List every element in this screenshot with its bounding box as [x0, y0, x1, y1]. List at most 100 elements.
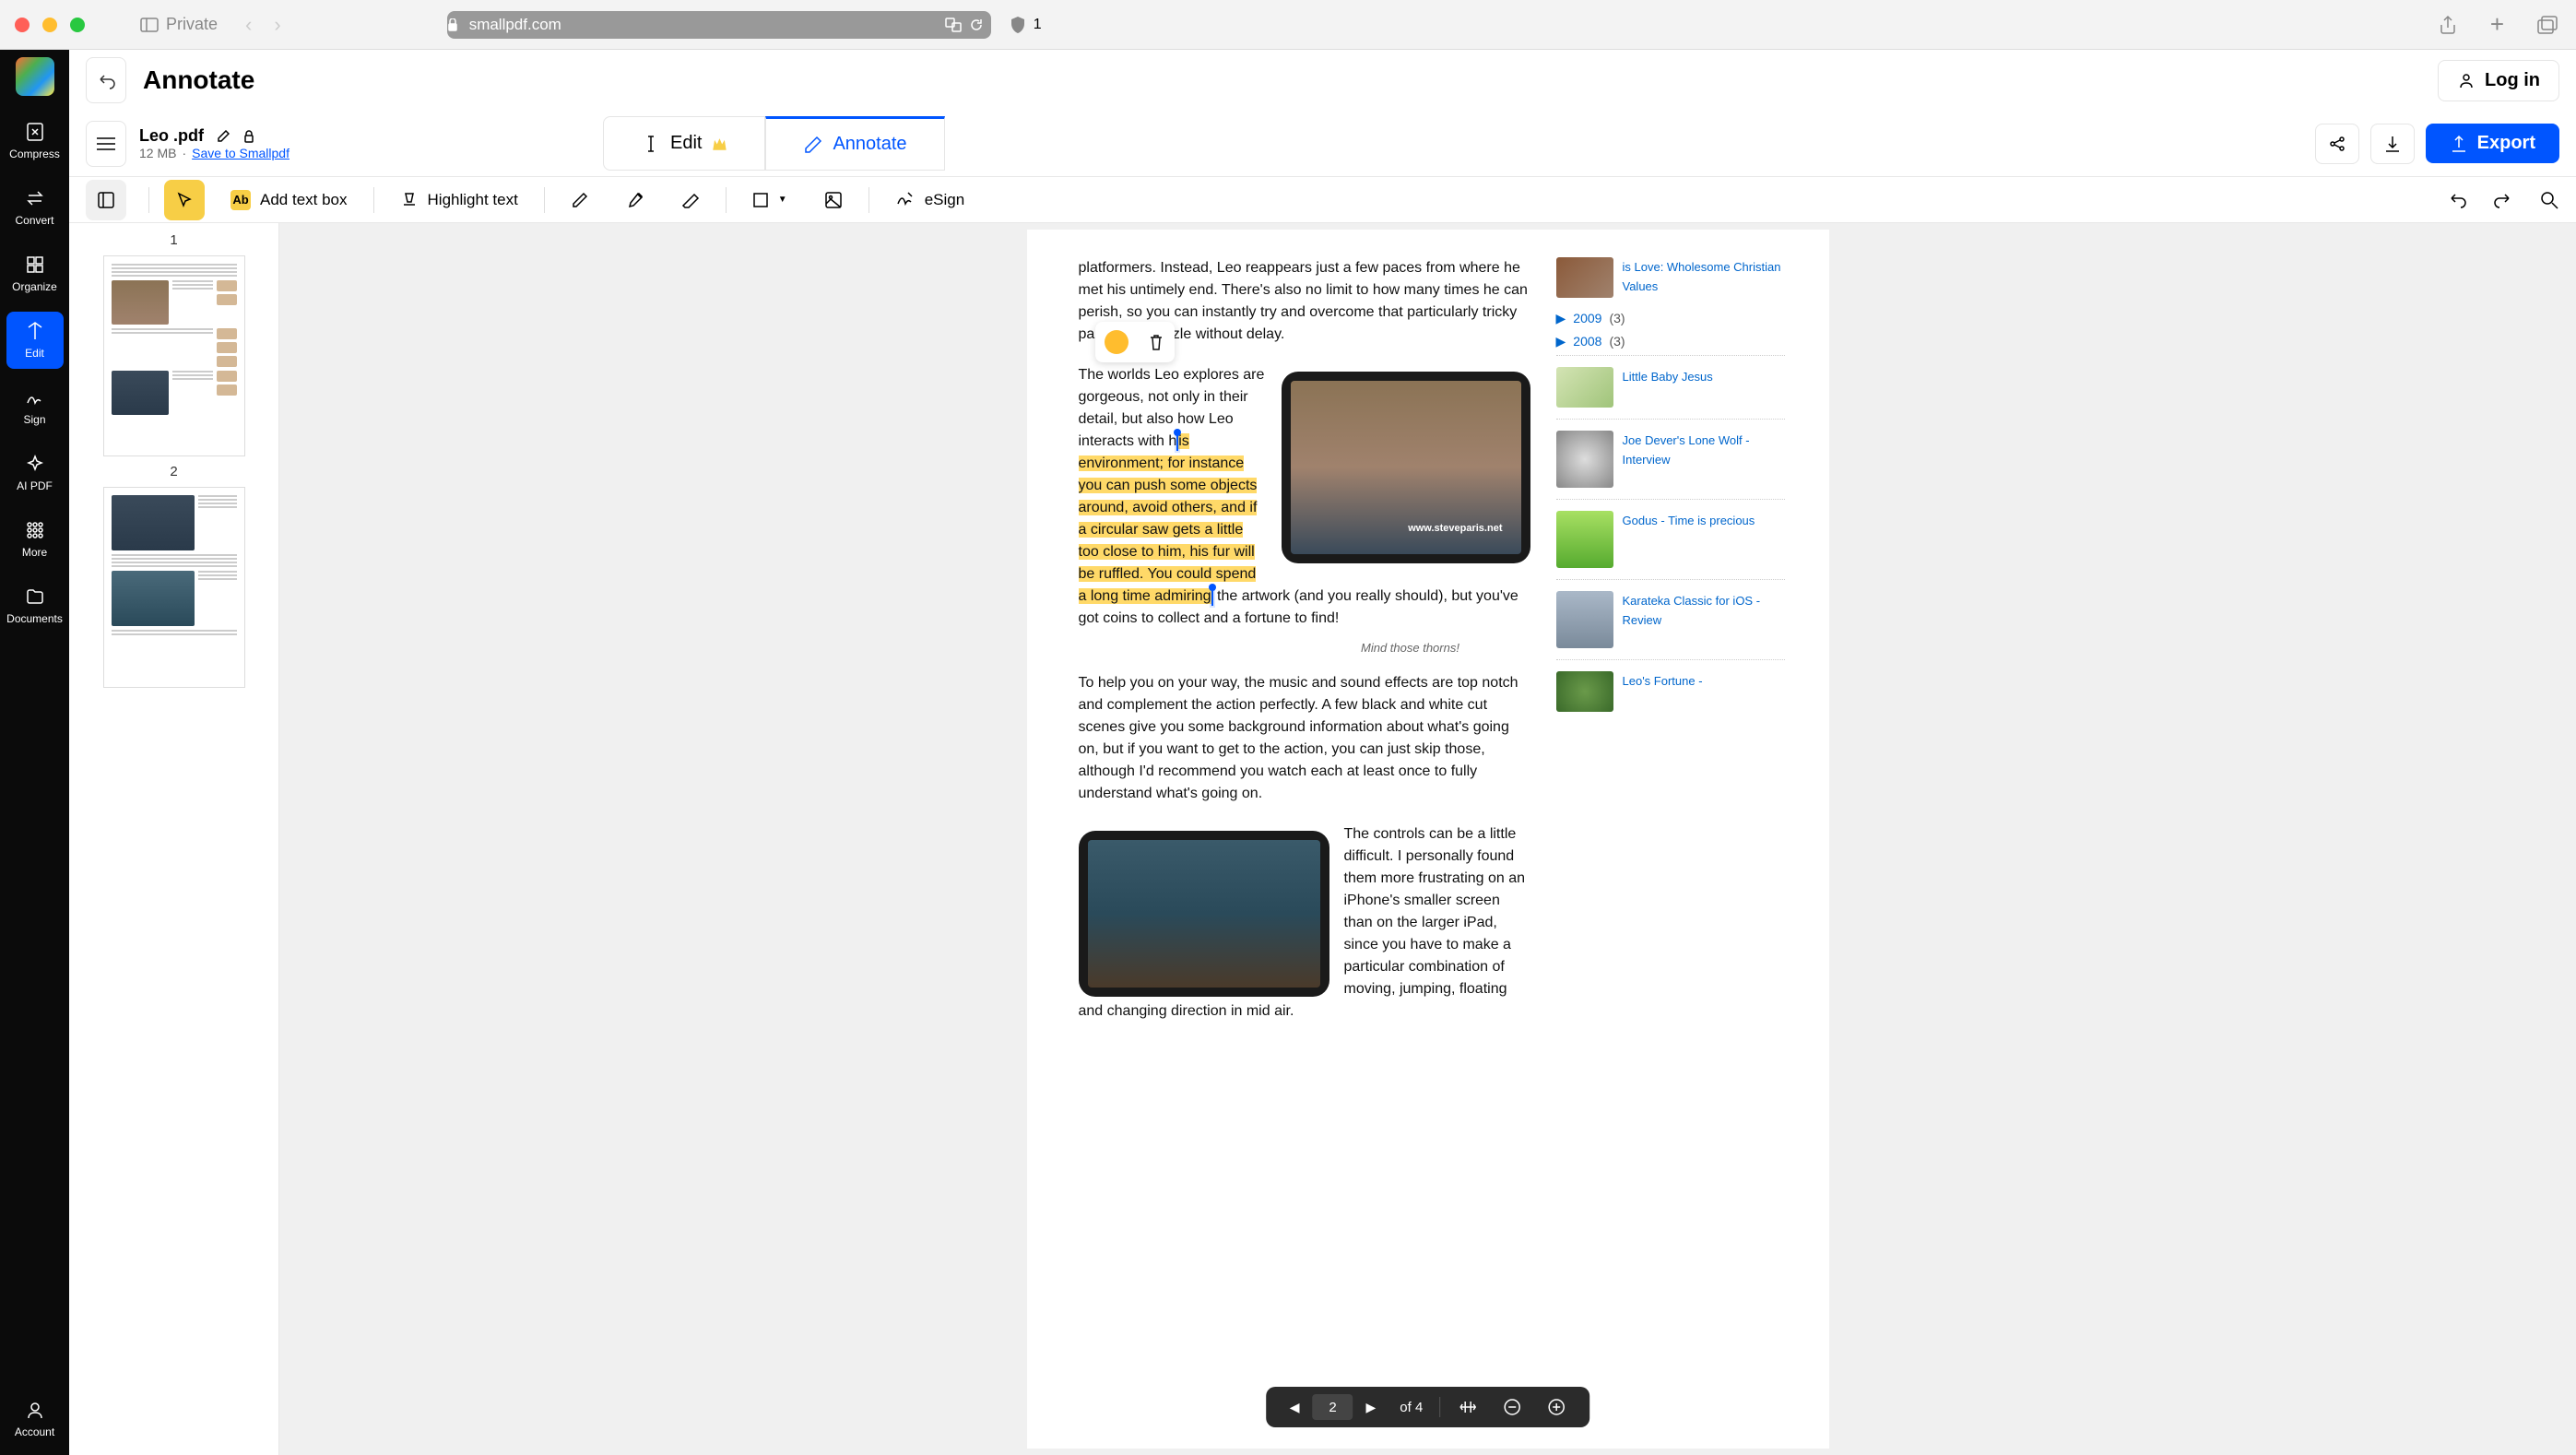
login-button[interactable]: Log in [2438, 60, 2559, 101]
undo-icon[interactable] [2447, 190, 2467, 210]
pencil-icon [571, 191, 589, 209]
sidebar-item-aipdf[interactable]: AI PDF [6, 444, 64, 502]
sidebar-label: Edit [25, 347, 44, 360]
side-link[interactable]: Joe Dever's Lone Wolf - Interview [1623, 433, 1750, 467]
eraser-tool[interactable] [670, 185, 711, 215]
zoom-out-button[interactable] [1490, 1398, 1534, 1416]
back-button[interactable]: ‹ [245, 13, 252, 37]
side-link[interactable]: Little Baby Jesus [1623, 370, 1713, 384]
sidebar-label: Convert [15, 214, 53, 227]
minimize-window[interactable] [42, 18, 57, 32]
lock-icon[interactable] [242, 130, 255, 143]
page-title: Annotate [143, 65, 254, 95]
nav-arrows: ‹ › [245, 13, 281, 37]
thumbnails-toggle[interactable] [86, 180, 126, 220]
thumbnail-page-1[interactable] [103, 255, 245, 456]
sidebar-item-edit[interactable]: Edit [6, 312, 64, 369]
sidebar-label: AI PDF [17, 479, 53, 492]
tab-annotate[interactable]: Annotate [765, 116, 944, 171]
selection-handle-start[interactable] [1176, 432, 1178, 451]
trash-icon[interactable] [1148, 333, 1164, 351]
page-input[interactable] [1312, 1394, 1353, 1420]
page-total: of 4 [1388, 1400, 1434, 1415]
sidebar-label: Documents [6, 612, 63, 625]
app-sidebar: Compress Convert Organize Edit Sign AI P… [0, 50, 69, 1455]
sidebar-item-documents[interactable]: Documents [6, 577, 64, 634]
share-button[interactable] [2315, 124, 2359, 164]
close-window[interactable] [15, 18, 30, 32]
selection-tool[interactable] [164, 180, 205, 220]
side-link[interactable]: Leo's Fortune - [1623, 674, 1703, 688]
next-page-button[interactable]: ▶ [1353, 1400, 1388, 1415]
redo-icon[interactable] [2493, 190, 2513, 210]
sidebar-item-compress[interactable]: Compress [6, 112, 64, 170]
shape-tool[interactable]: ▼ [741, 186, 798, 214]
signature-icon [895, 190, 916, 210]
shield-badge[interactable]: 1 [1010, 16, 1042, 34]
file-menu-button[interactable] [86, 121, 126, 167]
document-area[interactable]: platformers. Instead, Leo reappears just… [279, 223, 2576, 1455]
user-icon [25, 1400, 45, 1420]
side-link[interactable]: is Love: Wholesome Christian Values [1623, 260, 1781, 293]
new-tab-button[interactable]: + [2490, 10, 2504, 39]
selection-handle-end[interactable] [1211, 587, 1213, 606]
pencil-tool[interactable] [560, 185, 600, 215]
side-link[interactable]: Karateka Classic for iOS - Review [1623, 594, 1761, 627]
fit-width-button[interactable] [1446, 1400, 1490, 1414]
undo-button[interactable] [86, 57, 126, 103]
archive-year[interactable]: ▶2009(3) [1556, 309, 1785, 328]
chevron-down-icon: ▼ [778, 195, 787, 205]
save-link[interactable]: Save to Smallpdf [192, 146, 290, 160]
sidebar-icon [140, 18, 159, 32]
share-icon[interactable] [2439, 15, 2457, 35]
browser-right-controls: + [2439, 10, 2558, 39]
tabs-icon[interactable] [2537, 16, 2558, 34]
highlight-tool[interactable]: Highlight text [389, 185, 529, 215]
separator: · [182, 146, 186, 160]
archive-year[interactable]: ▶2008(3) [1556, 332, 1785, 351]
side-link[interactable]: Godus - Time is precious [1623, 514, 1755, 527]
sidebar-item-organize[interactable]: Organize [6, 245, 64, 302]
image-tool[interactable] [813, 185, 854, 215]
reload-icon[interactable] [969, 18, 984, 32]
page-navigation: ◀ ▶ of 4 [1266, 1387, 1590, 1427]
prev-page-button[interactable]: ◀ [1277, 1400, 1313, 1415]
logo[interactable] [16, 57, 54, 96]
color-swatch[interactable] [1105, 330, 1128, 354]
edit-icon [25, 321, 45, 341]
sidebar-item-sign[interactable]: Sign [6, 378, 64, 435]
window-controls [15, 18, 85, 32]
sign-icon [25, 387, 45, 408]
private-tab-indicator: Private [140, 15, 218, 34]
sidebar-item-convert[interactable]: Convert [6, 179, 64, 236]
add-text-tool[interactable]: Ab Add text box [219, 184, 359, 216]
thumbnail-panel: 1 2 [69, 223, 279, 1455]
pencil-icon [803, 135, 823, 155]
maximize-window[interactable] [70, 18, 85, 32]
zoom-in-button[interactable] [1534, 1398, 1578, 1416]
paragraph: To help you on your way, the music and s… [1079, 672, 1530, 805]
tab-edit[interactable]: Edit [603, 116, 765, 171]
compress-icon [25, 122, 45, 142]
url-bar[interactable]: smallpdf.com [447, 11, 991, 39]
search-icon[interactable] [2539, 190, 2559, 210]
rename-icon[interactable] [217, 130, 230, 143]
translate-icon[interactable] [945, 18, 962, 32]
sidebar-item-account[interactable]: Account [6, 1390, 64, 1448]
document-sidebar: is Love: Wholesome Christian Values ▶200… [1556, 257, 1785, 1449]
article-image-2 [1079, 831, 1329, 997]
sidebar-item-more[interactable]: More [6, 511, 64, 568]
forward-button[interactable]: › [274, 13, 280, 37]
annotation-popup [1095, 322, 1175, 362]
export-button[interactable]: Export [2426, 124, 2559, 163]
tab-label: Annotate [833, 134, 906, 155]
highlighted-text[interactable]: is environment; for instance you can pus… [1079, 433, 1258, 604]
thumbnail-page-2[interactable] [103, 487, 245, 688]
undo-icon [97, 71, 115, 89]
download-button[interactable] [2370, 124, 2415, 164]
tab-label: Edit [670, 133, 702, 154]
sidebar-label: Organize [12, 280, 57, 293]
zoom-out-icon [1503, 1398, 1521, 1416]
marker-tool[interactable] [615, 185, 656, 215]
esign-tool[interactable]: eSign [884, 184, 975, 216]
